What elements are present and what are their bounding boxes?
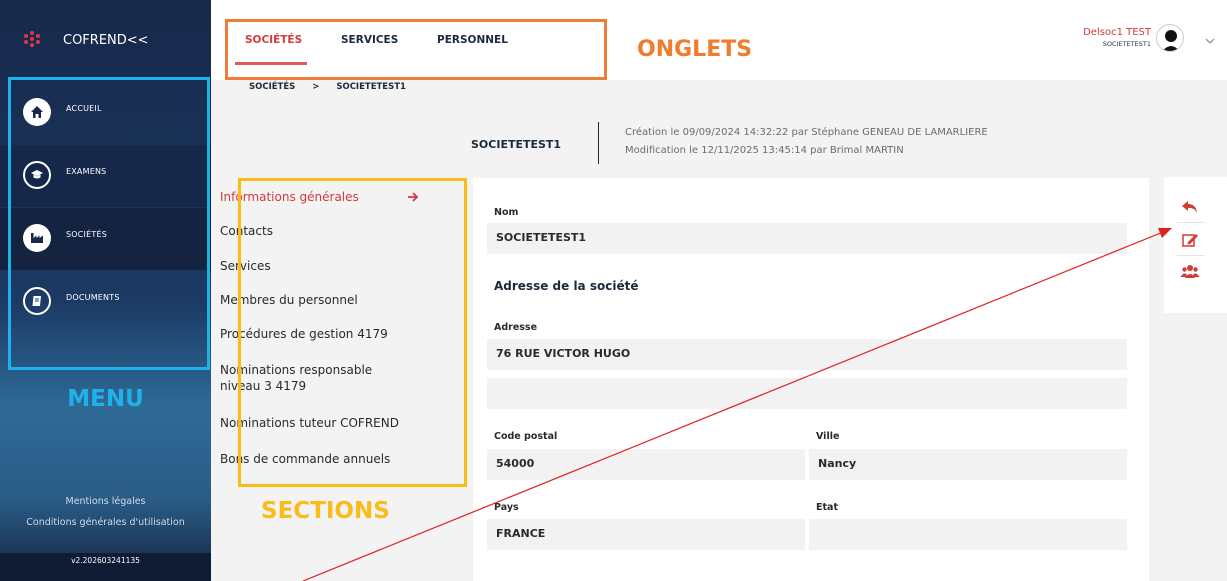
terms-of-use-link[interactable]: Conditions générales d'utilisation (0, 517, 211, 528)
annotation-menu-label: MENU (67, 386, 144, 412)
action-separator (1177, 222, 1205, 223)
code-postal-label: Code postal (494, 431, 558, 442)
breadcrumb-societes[interactable]: SOCIÉTÉS (249, 82, 295, 92)
annotation-tabs-label: ONGLETS (637, 37, 753, 62)
adresse-line2-field[interactable] (487, 378, 1127, 409)
address-heading: Adresse de la société (494, 279, 639, 293)
action-panel (1164, 177, 1227, 313)
edit-icon[interactable] (1180, 230, 1200, 250)
annotation-tabs-box (225, 19, 607, 80)
adresse-field[interactable]: 76 RUE VICTOR HUGO (487, 339, 1127, 370)
etat-label: Etat (816, 502, 838, 513)
cofrend-logo-icon (24, 31, 40, 47)
pays-label: Pays (494, 502, 519, 513)
modification-info: Modification le 12/11/2025 13:45:14 par … (625, 145, 904, 156)
pays-field[interactable]: FRANCE (487, 519, 805, 550)
app-title: COFREND<< (63, 33, 149, 48)
page-title: SOCIETETEST1 (471, 138, 562, 151)
sidebar: COFREND<< ACCUEIL EXAMENS SOCIÉTÉS DOCUM… (0, 0, 211, 581)
annotation-sections-label: SECTIONS (261, 498, 390, 524)
ville-field[interactable]: Nancy (809, 449, 1127, 480)
breadcrumb-current: SOCIETETEST1 (336, 82, 406, 92)
etat-field[interactable] (809, 519, 1127, 550)
user-name[interactable]: Delsoc1 TEST (1083, 27, 1151, 38)
chevron-down-icon[interactable] (1204, 32, 1216, 44)
annotation-sections-box (238, 178, 467, 487)
breadcrumb-separator: > (312, 82, 320, 92)
legal-notice-link[interactable]: Mentions légales (0, 496, 211, 507)
nom-label: Nom (494, 207, 519, 218)
ville-label: Ville (816, 431, 840, 442)
back-arrow-icon[interactable] (1180, 197, 1200, 217)
users-icon[interactable] (1180, 262, 1200, 282)
version-label: v2.202603241135 (0, 553, 211, 581)
action-separator (1177, 255, 1205, 256)
code-postal-field[interactable]: 54000 (487, 449, 805, 480)
title-divider (598, 122, 599, 164)
creation-info: Création le 09/09/2024 14:32:22 par Stép… (625, 127, 988, 138)
general-info-form: Nom SOCIETETEST1 Adresse de la société A… (473, 178, 1149, 581)
adresse-label: Adresse (494, 322, 538, 333)
annotation-menu-box (8, 77, 210, 370)
avatar[interactable] (1156, 24, 1184, 52)
nom-field[interactable]: SOCIETETEST1 (487, 223, 1127, 254)
main-content: SOCIÉTÉS > SOCIETETEST1 SOCIETETEST1 Cré… (211, 80, 1227, 581)
top-header: SOCIÉTÉS SERVICES PERSONNEL ONGLETS Dels… (211, 0, 1227, 80)
breadcrumb: SOCIÉTÉS > SOCIETETEST1 (249, 82, 420, 92)
user-company: SOCIETETEST1 (1102, 40, 1151, 48)
